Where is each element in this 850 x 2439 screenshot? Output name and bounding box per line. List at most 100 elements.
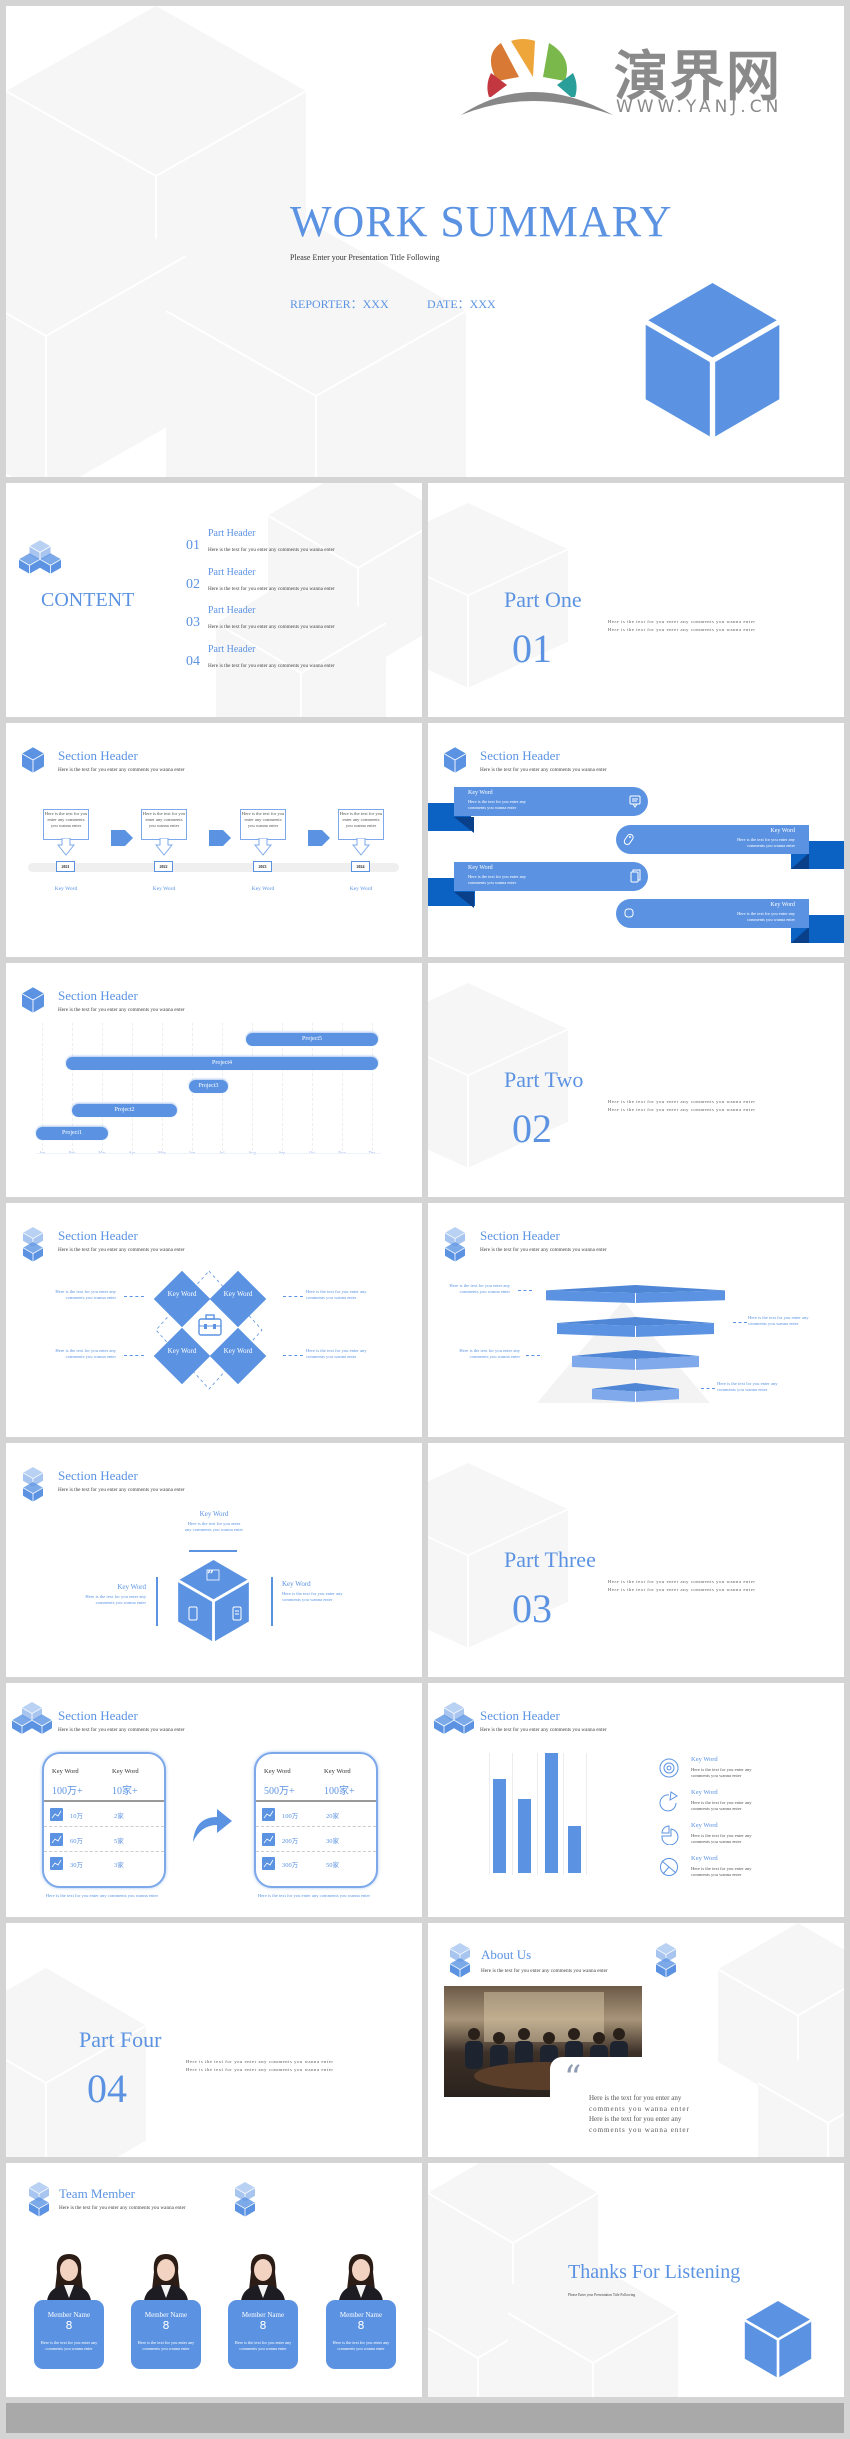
quote-text: comments you wanna enter <box>589 2125 690 2134</box>
ribbon-item[interactable]: Key Word Here is the text for you enter a… <box>454 787 648 816</box>
layer-note: Here is the text for you enter any comme… <box>717 1381 778 1392</box>
dashed-divider <box>44 1826 164 1827</box>
stats-caption: Here is the text for you enter any comme… <box>45 1893 159 1898</box>
chat-icon <box>628 794 642 808</box>
contents-item[interactable]: 02 Part Header Here is the text for you en… <box>186 567 346 599</box>
member-card[interactable]: Member Name 8 Here is the text for you ent… <box>34 2300 104 2369</box>
ribbon-item[interactable]: Key Word Here is the text for you enter a… <box>616 899 809 928</box>
slide-cube-diagram[interactable]: Section Header Here is the text for you e… <box>6 1443 422 1677</box>
member-card[interactable]: Member Name 8 Here is the text for you ent… <box>131 2300 201 2369</box>
stats-value: 60万 <box>70 1837 83 1845</box>
chart-bar[interactable] <box>493 1779 506 1873</box>
chart-bar[interactable] <box>545 1753 558 1873</box>
chevron-arrow-icon <box>308 830 330 846</box>
step-label: Key Word <box>349 886 373 892</box>
cover-date: DATE：XXX <box>427 297 496 311</box>
slide-stats[interactable]: Section Header Here is the text for you e… <box>6 1683 422 1917</box>
layer-slab[interactable] <box>592 1383 679 1402</box>
layer-note: Here is the text for you enter any comme… <box>449 1283 510 1294</box>
contents-item[interactable]: 04 Part Header Here is the text for you en… <box>186 644 346 676</box>
part-title: Part Two <box>504 1067 584 1092</box>
stats-value: 200万 <box>282 1837 299 1845</box>
contents-item-label: Part Header <box>208 643 256 655</box>
gantt-axis <box>36 1153 381 1154</box>
callout-arrow <box>155 838 173 856</box>
member-name: Member Name <box>144 2311 188 2319</box>
ribbon-label: Key Word <box>770 828 795 834</box>
layer-slab[interactable] <box>546 1285 725 1303</box>
chevron-arrow-icon <box>111 830 133 846</box>
stats-header: Key Word <box>324 1768 351 1775</box>
stats-value: 10万 <box>70 1813 83 1820</box>
cube-left-label: Key Word <box>117 1583 146 1591</box>
layer-note: Here is the text for you enter any comme… <box>748 1315 809 1326</box>
part-description: Here is the text for you enter any comme… <box>608 1579 756 1584</box>
gantt-bar-project4[interactable]: Project4 <box>66 1056 378 1070</box>
chart-bar[interactable] <box>568 1826 581 1873</box>
member-text: Here is the text for you enter any comme… <box>137 2340 195 2351</box>
dashed-arrow <box>283 1355 303 1356</box>
cube-icon <box>740 2301 816 2378</box>
slide-ribbons[interactable]: Section Header Here is the text for you e… <box>428 723 844 957</box>
layer-slab[interactable] <box>557 1317 714 1337</box>
chart-bar[interactable] <box>518 1798 531 1873</box>
cube-top-label: Key Word <box>199 1510 229 1518</box>
part-number: 04 <box>87 2066 127 2111</box>
year-badge: 2022 <box>154 861 173 872</box>
cube-top-text: Here is the text for you enter any comme… <box>184 1521 244 1532</box>
contents-title: CONTENT <box>41 589 135 611</box>
member-card[interactable]: Member Name 8 Here is the text for you ent… <box>326 2300 396 2369</box>
ribbon-fold-shadow <box>454 817 474 833</box>
dashed-arrow <box>701 1388 715 1389</box>
divider-line <box>189 1550 237 1552</box>
slide-timeline[interactable]: Section Header Here is the text for you e… <box>6 723 422 957</box>
section-cube-icon <box>234 2182 256 2218</box>
slide-part-1[interactable]: Part One 01 Here is the text for you enter… <box>428 483 844 717</box>
callout-arrow <box>57 838 75 856</box>
legend-text: Here is the text for you enter any comme… <box>691 1866 752 1877</box>
layer-slab[interactable] <box>572 1350 699 1370</box>
document-icon <box>628 869 642 883</box>
slide-part-4[interactable]: Part Four 04 Here is the text for you ente… <box>6 1923 422 2157</box>
slide-gantt[interactable]: Section Header Here is the text for you e… <box>6 963 422 1197</box>
stats-card[interactable]: Key Word Key Word 500万+ 100家+ 100万 20家 200万 30家… <box>254 1752 378 1888</box>
slide-contents[interactable]: CONTENT 01 Part Header Here is the text for… <box>6 483 422 717</box>
section-cube-icon <box>22 747 44 773</box>
slide-diamonds[interactable]: Section Header Here is the text for you e… <box>6 1203 422 1437</box>
section-title: Section Header <box>58 748 138 763</box>
slide-part-2[interactable]: Part Two 02 Here is the text for you enter… <box>428 963 844 1197</box>
member-mark: 8 <box>259 2319 267 2332</box>
ribbon-label: Key Word <box>468 790 493 796</box>
slide-thanks[interactable]: Thanks For Listening Please Enter your Pr… <box>428 2163 844 2397</box>
contents-item[interactable]: 01 Part Header Here is the text for you en… <box>186 528 346 560</box>
ribbon-item[interactable]: Key Word Here is the text for you enter a… <box>454 862 648 891</box>
chart-column-guide <box>489 1753 490 1875</box>
ribbon-text: Here is the text for you enter any comme… <box>737 837 795 848</box>
gantt-bar-project5[interactable]: Project5 <box>246 1033 378 1046</box>
slide-layers[interactable]: Section Header Here is the text for you e… <box>428 1203 844 1437</box>
member-card[interactable]: Member Name 8 Here is the text for you ent… <box>228 2300 298 2369</box>
contents-item-desc: Here is the text for you enter any comme… <box>208 662 335 669</box>
gantt-bar-project3[interactable]: Project3 <box>189 1080 228 1093</box>
area-chart-icon <box>50 1808 63 1821</box>
slide-team[interactable]: Team Member Here is the text for you ente… <box>6 2163 422 2397</box>
ribbon-text: Here is the text for you enter any comme… <box>468 799 526 810</box>
slide-part-3[interactable]: Part Three 03 Here is the text for you ent… <box>428 1443 844 1677</box>
slide-about-us[interactable]: About Us Here is the text for you enter a… <box>428 1923 844 2157</box>
slide-bar-chart[interactable]: Section Header Here is the text for you e… <box>428 1683 844 1917</box>
ribbon-label: Key Word <box>468 865 493 871</box>
mobile-phone-icon <box>188 1606 198 1621</box>
gantt-bar-project2[interactable]: Project2 <box>72 1103 177 1117</box>
stats-card[interactable]: Key Word Key Word 100万+ 10家+ 10万 2家 60万 5家 30万 3家 <box>42 1752 166 1888</box>
contents-item[interactable]: 03 Part Header Here is the text for you en… <box>186 605 346 637</box>
callout-arrow <box>352 838 370 856</box>
ribbon-item[interactable]: Key Word Here is the text for you enter a… <box>616 825 809 854</box>
contents-item-label: Part Header <box>208 566 256 578</box>
part-number: 03 <box>512 1586 552 1631</box>
gantt-bar-project1[interactable]: Project1 <box>36 1127 108 1140</box>
slide-cover[interactable]: 演界网 WWW.YANJ.CN WORK SUMMARY Please Enter y… <box>6 6 844 477</box>
ribbon-label: Key Word <box>770 902 795 908</box>
member-photo <box>237 2252 289 2301</box>
callout-box: Here is the text for you enter any comme… <box>338 809 384 840</box>
section-cube-icon <box>434 1698 474 1738</box>
